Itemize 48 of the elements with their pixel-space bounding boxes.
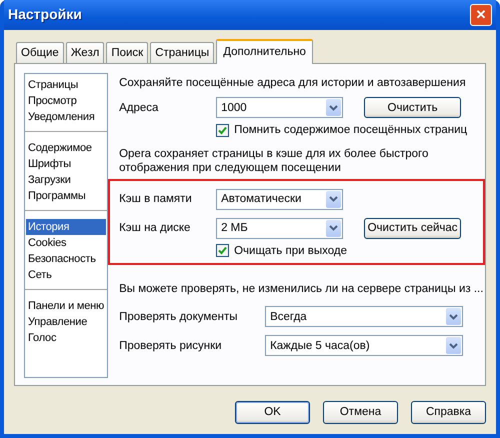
window-title: Настройки xyxy=(8,6,82,24)
category-item[interactable]: Загрузки xyxy=(26,172,106,188)
dropdown[interactable]: Автоматически xyxy=(216,188,344,210)
dropdown-value: 1000 xyxy=(221,100,247,116)
checkbox[interactable] xyxy=(216,124,230,138)
tab[interactable]: Общие xyxy=(16,42,64,63)
tab[interactable]: Поиск xyxy=(106,42,148,63)
section-text: Opera сохраняет страницы в кэше для их более быстрого отображения при следующем посещении xyxy=(119,146,430,176)
category-item[interactable]: Шрифты xyxy=(26,156,106,172)
checkbox[interactable] xyxy=(216,244,230,258)
checkbox-label: Очищать при выходе xyxy=(234,244,347,258)
field-label: Кэш в памяти xyxy=(119,192,193,206)
dialog-button[interactable]: OK xyxy=(235,401,310,424)
section-text: Вы можете проверять, не изменились ли на сервере страницы из ... xyxy=(119,282,484,296)
field-label: Проверять документы xyxy=(119,310,239,324)
category-item[interactable]: Cookies xyxy=(26,235,106,251)
category-item[interactable]: Управление xyxy=(26,314,106,330)
dropdown[interactable]: Всегда xyxy=(265,306,464,328)
category-item[interactable]: Программы xyxy=(26,188,106,204)
category-item[interactable]: Голос xyxy=(26,330,106,346)
dropdown[interactable]: Каждые 5 часа(ов) xyxy=(265,335,464,356)
category-item[interactable]: История xyxy=(26,219,106,235)
dropdown-value: 2 МБ xyxy=(221,220,248,236)
category-item[interactable]: Безопасность xyxy=(26,251,106,267)
category-item[interactable]: Просмотр xyxy=(26,93,106,109)
tab[interactable]: Дополнительно xyxy=(216,39,313,64)
dialog-button[interactable]: Отмена xyxy=(323,401,398,424)
clear-now-button[interactable]: Очистить сейчас xyxy=(364,218,462,238)
checkbox-label: Помнить содержимое посещённых страниц xyxy=(234,123,468,138)
category-item[interactable]: Панели и меню xyxy=(26,298,106,314)
dropdown[interactable]: 2 МБ xyxy=(216,218,344,238)
category-item[interactable]: Содержимое xyxy=(26,140,106,156)
dialog-button[interactable]: Справка xyxy=(411,401,486,424)
dropdown-value: Каждые 5 часа(ов) xyxy=(270,338,370,353)
dropdown-value: Автоматически xyxy=(221,192,302,206)
tab[interactable]: Жезл xyxy=(66,42,104,63)
field-label: Адреса xyxy=(119,100,160,116)
section-text: Сохраняйте посещённые адреса для истории и автозавершения xyxy=(119,76,467,90)
field-label: Проверять рисунки xyxy=(119,338,223,353)
category-item[interactable]: Сеть xyxy=(26,267,106,283)
tab[interactable]: Страницы xyxy=(150,42,214,63)
field-label: Кэш на диске xyxy=(119,220,192,236)
dropdown[interactable]: 1000 xyxy=(216,97,344,118)
dropdown-value: Всегда xyxy=(270,310,307,324)
close-button[interactable]: ✕ xyxy=(470,4,492,26)
category-item[interactable]: Уведомления xyxy=(26,109,106,125)
category-item[interactable]: Страницы xyxy=(26,77,106,93)
clear-button[interactable]: Очистить xyxy=(364,97,462,118)
